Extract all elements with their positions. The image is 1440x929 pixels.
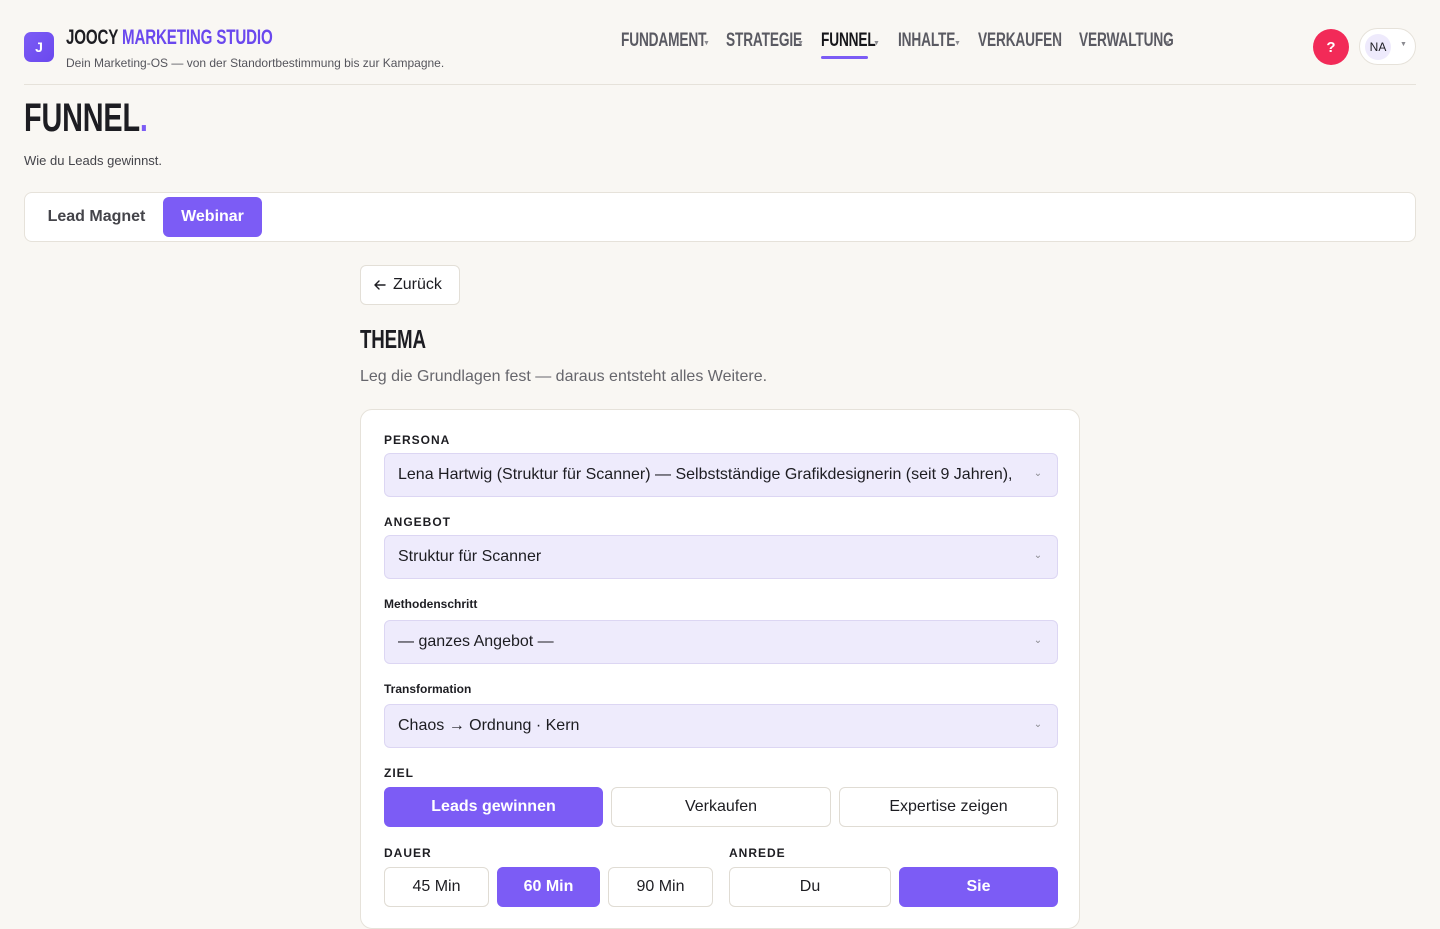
app-header: J JOOCY MARKETING STUDIO Dein Marketing-… [24,0,1416,85]
nav-active-indicator [821,56,868,59]
transformation-label: Transformation [384,682,472,696]
section-title: THEMA [360,324,426,354]
dauer-label: DAUER [384,846,432,860]
nav-item-strategie[interactable]: STRATEGIE ▼ [726,30,832,58]
persona-select[interactable]: Lena Hartwig (Struktur für Scanner) — Se… [384,453,1058,497]
chevron-down-icon: ▼ [703,40,710,47]
tab-webinar[interactable]: Webinar [163,197,262,237]
angebot-select[interactable]: Struktur für Scanner ⌄ [384,535,1058,579]
angebot-value: Struktur für Scanner [398,548,542,565]
methodenschritt-select[interactable]: — ganzes Angebot — ⌄ [384,620,1058,664]
anrede-label: ANREDE [729,846,786,860]
page-title-dot: . [139,96,148,140]
anrede-option-du[interactable]: Du [729,867,891,907]
chevron-down-icon: ▼ [1055,40,1062,47]
nav-item-verkaufen[interactable]: VERKAUFEN ▼ [978,30,1094,58]
chevron-down-icon: ⌄ [1033,550,1043,561]
brand-part-1: JOOCY [66,26,118,49]
section-subtitle: Leg die Grundlagen fest — daraus entsteh… [360,368,768,385]
ziel-label: ZIEL [384,766,414,780]
thema-form-card: PERSONA Lena Hartwig (Struktur für Scann… [360,409,1080,929]
ziel-option-verkaufen[interactable]: Verkaufen [611,787,831,827]
chevron-down-icon: ▼ [954,40,961,47]
anrede-option-sie[interactable]: Sie [899,867,1058,907]
nav-label: FUNNEL [821,30,876,51]
ziel-option-expertise[interactable]: Expertise zeigen [839,787,1058,827]
back-label: Zurück [393,276,442,293]
chevron-down-icon: ▼ [1400,41,1407,48]
chevron-down-icon: ⌄ [1033,635,1043,646]
persona-label: PERSONA [384,433,451,447]
brand-part-2: MARKETING STUDIO [122,26,273,49]
ziel-option-leads[interactable]: Leads gewinnen [384,787,603,827]
dauer-option-90[interactable]: 90 Min [608,867,713,907]
methodenschritt-label: Methodenschritt [384,597,478,611]
angebot-label: ANGEBOT [384,515,451,529]
user-menu[interactable]: NA ▼ [1359,28,1416,65]
funnel-tabs: Lead Magnet Webinar [24,192,1416,242]
nav-item-inhalte[interactable]: INHALTE ▼ [898,30,978,58]
nav-label: STRATEGIE [726,30,802,51]
persona-value: Lena Hartwig (Struktur für Scanner) — Se… [398,466,1013,483]
app-logo[interactable]: J [24,32,54,62]
dauer-option-60[interactable]: 60 Min [497,867,600,907]
nav-item-verwaltung[interactable]: VERWALTUNG ▼ [1079,30,1210,58]
brand-name[interactable]: JOOCY MARKETING STUDIO [66,26,326,50]
nav-label: VERWALTUNG [1079,30,1174,51]
tab-lead-magnet[interactable]: Lead Magnet [30,197,163,237]
page-title-text: FUNNEL [24,96,140,140]
nav-item-fundament[interactable]: FUNDAMENT ▼ [621,30,740,58]
arrow-left-icon [374,280,386,290]
nav-label: FUNDAMENT [621,30,707,51]
nav-label: VERKAUFEN [978,30,1062,51]
chevron-down-icon: ▼ [873,40,880,47]
help-button[interactable]: ? [1313,29,1349,65]
nav-label: INHALTE [898,30,956,51]
back-button[interactable]: Zurück [360,265,460,305]
methodenschritt-value: — ganzes Angebot — [398,633,554,650]
chevron-down-icon: ⌄ [1033,719,1043,730]
transformation-value: Chaos → Ordnung · Kern [398,717,580,734]
chevron-down-icon: ⌄ [1033,468,1043,479]
page-title: FUNNEL. [24,96,224,140]
transformation-select[interactable]: Chaos → Ordnung · Kern ⌄ [384,704,1058,748]
app-tagline: Dein Marketing-OS — von der Standortbest… [66,56,445,70]
dauer-option-45[interactable]: 45 Min [384,867,489,907]
avatar: NA [1365,34,1391,60]
nav-item-funnel[interactable]: FUNNEL ▼ [821,30,897,58]
chevron-down-icon: ▼ [1164,40,1171,47]
page-subtitle: Wie du Leads gewinnst. [24,153,163,168]
chevron-down-icon: ▼ [797,40,804,47]
